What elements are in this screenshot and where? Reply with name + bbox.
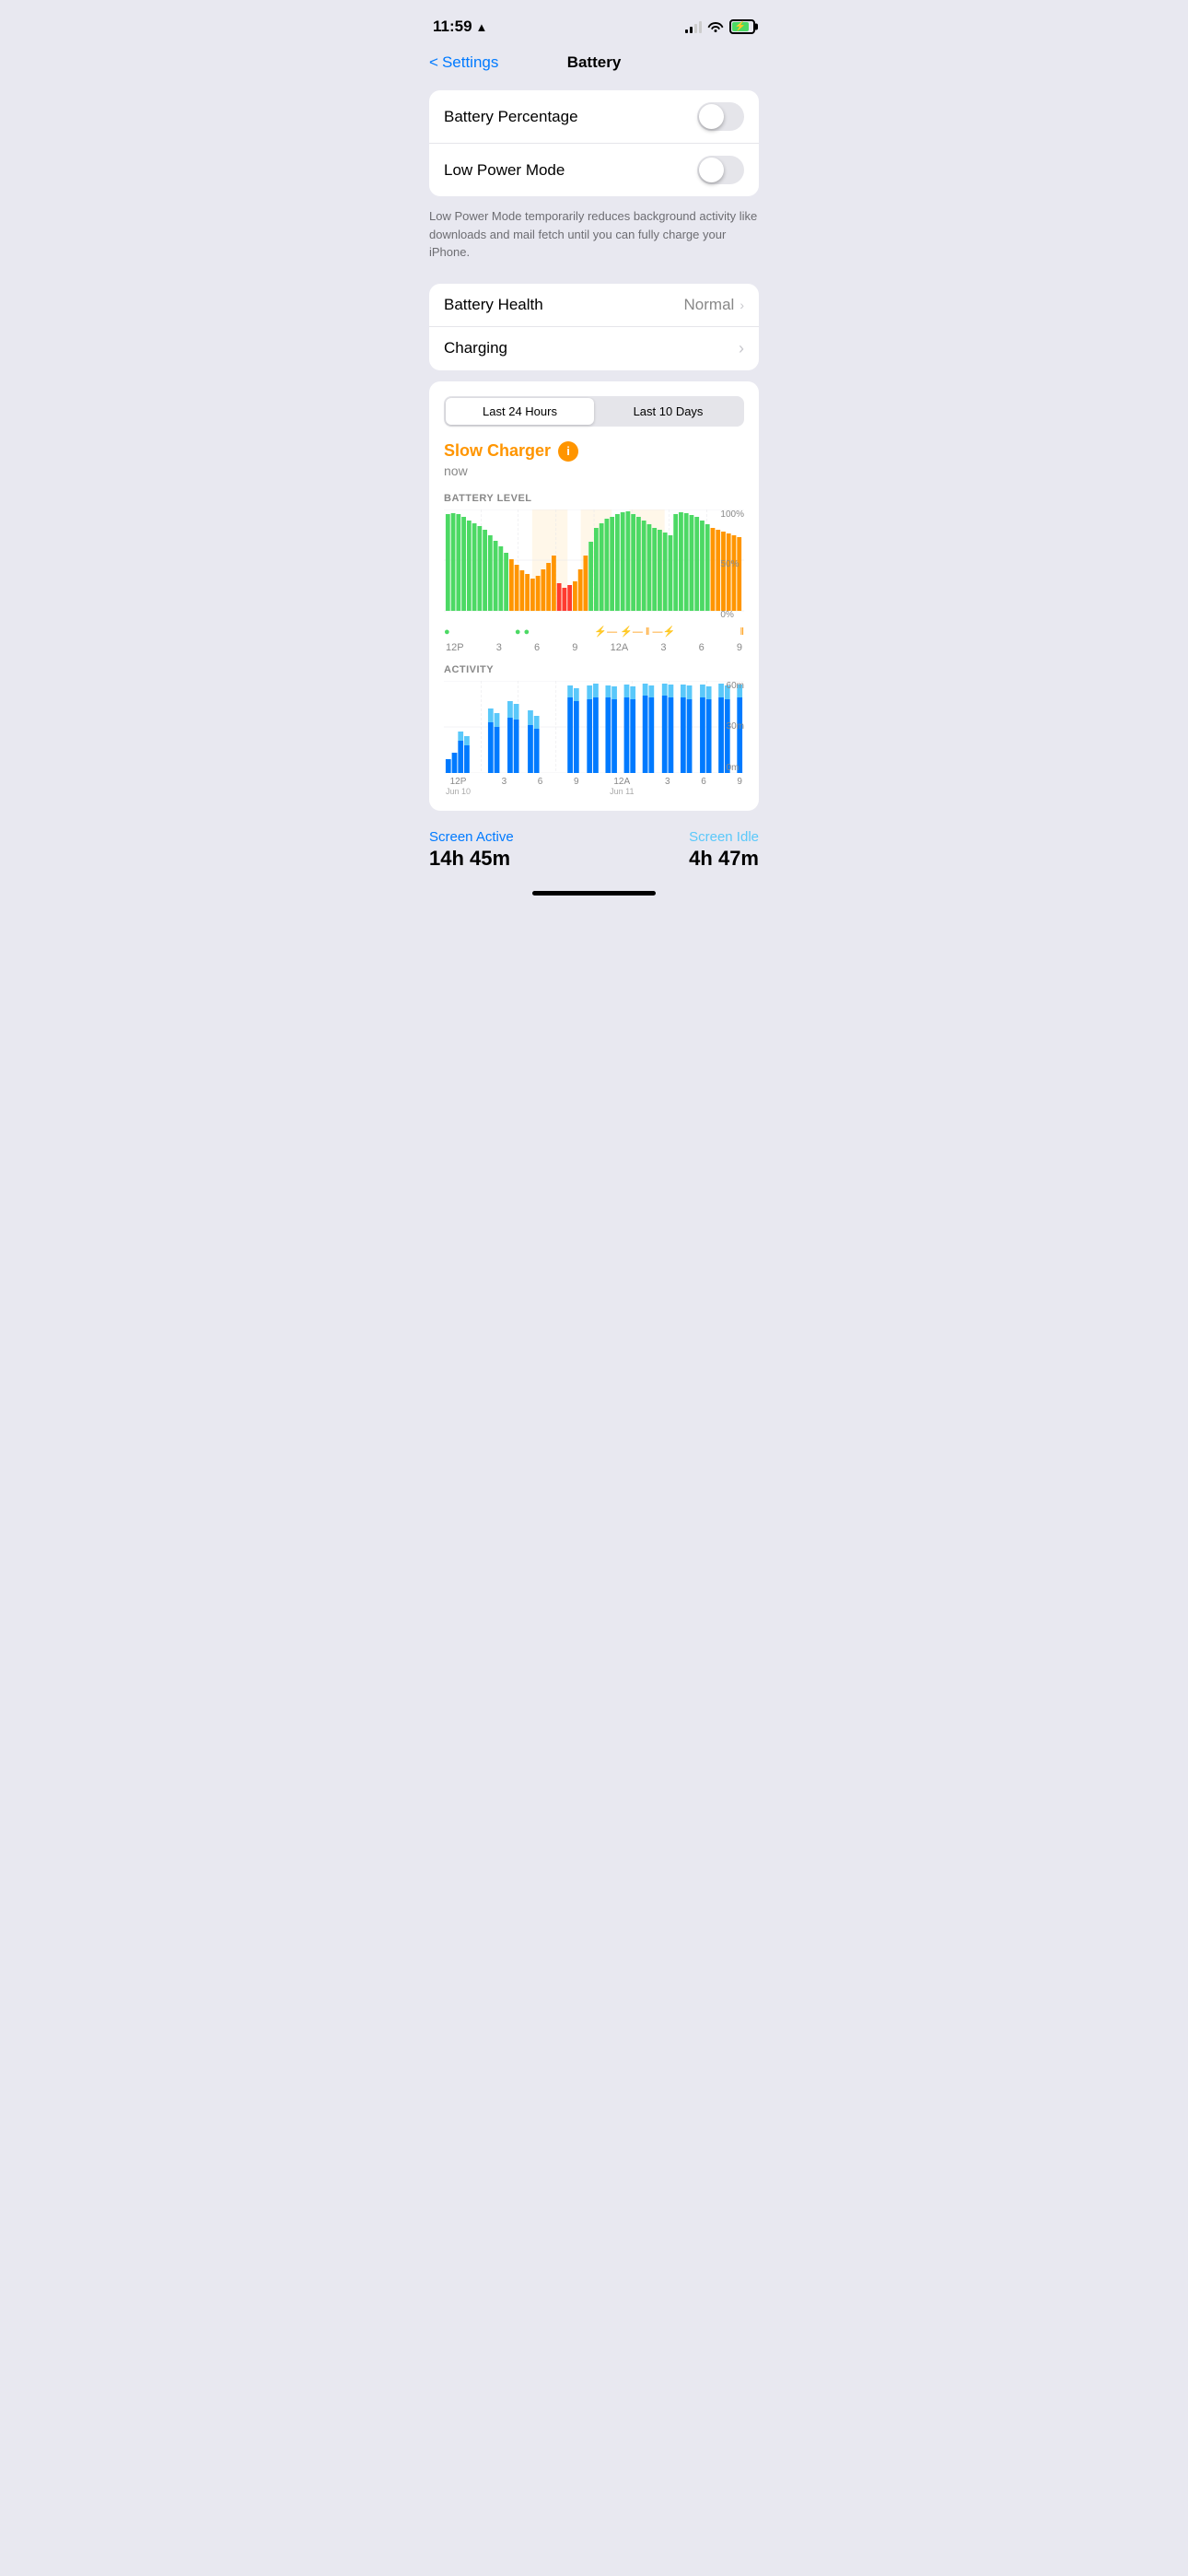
status-icons: ⚡ (685, 19, 755, 35)
x-label-group-4: 12A Jun 11 (610, 777, 634, 796)
activity-chart-container (444, 681, 744, 773)
status-bar: 11:59 ▲ ⚡ (414, 0, 774, 46)
battery-health-value: Normal › (684, 296, 744, 314)
slow-charger-row: Slow Charger i (444, 441, 744, 462)
segment-24h[interactable]: Last 24 Hours (446, 398, 594, 425)
screen-labels-row: Screen Active Screen Idle (414, 822, 774, 847)
x-label-group-7: 9 (737, 777, 742, 796)
battery-percentage-toggle[interactable] (697, 102, 744, 131)
battery-percentage-label: Battery Percentage (444, 108, 578, 126)
screen-idle-time: 4h 47m (689, 847, 759, 871)
battery-level-label: BATTERY LEVEL (444, 493, 744, 504)
battery-icon: ⚡ (729, 19, 755, 34)
battery-health-row[interactable]: Battery Health Normal › (429, 284, 759, 327)
screen-active-label: Screen Active (429, 829, 514, 845)
charging-indicators: ● ● ● ⚡— ⚡— ‖ —⚡ ‖ (444, 624, 744, 640)
activity-x-labels: 12P Jun 10 3 6 9 12A Jun 11 3 6 9 (444, 777, 744, 796)
x-label-6b: 6 (699, 642, 705, 653)
screen-times-row: 14h 45m 4h 47m (414, 847, 774, 885)
signal-bar-1 (685, 29, 688, 33)
home-indicator (532, 891, 656, 896)
x-label-group-3: 9 (574, 777, 579, 796)
wifi-icon (707, 19, 724, 35)
x-label-12a: 12A (611, 642, 629, 653)
x-label-9b: 9 (737, 642, 742, 653)
toggle-knob (699, 104, 724, 129)
battery-chart-card: Last 24 Hours Last 10 Days Slow Charger … (429, 381, 759, 811)
low-power-mode-toggle[interactable] (697, 156, 744, 184)
low-power-description: Low Power Mode temporarily reduces backg… (414, 200, 774, 276)
battery-bolt: ⚡ (735, 22, 746, 32)
charging-chevron: › (739, 339, 744, 358)
x-label-group-2: 6 (538, 777, 543, 796)
x-label-group-1: 3 (502, 777, 507, 796)
battery-chart-wrapper: 100% 50% 0% (444, 509, 744, 620)
battery-x-labels: 12P 3 6 9 12A 3 6 9 (444, 642, 744, 653)
back-label: Settings (442, 53, 498, 72)
back-button[interactable]: < Settings (429, 53, 498, 72)
battery-chart-container (444, 509, 744, 620)
x-label-group-6: 6 (701, 777, 706, 796)
battery-health-label: Battery Health (444, 296, 543, 314)
back-chevron-icon: < (429, 53, 438, 72)
dot-indicator-1: ● (444, 626, 450, 638)
battery-health-card: Battery Health Normal › Charging › (429, 284, 759, 370)
activity-chart-wrapper: 60m 30m 0m (444, 681, 744, 773)
battery-health-chevron: › (740, 298, 744, 312)
x-label-group-0: 12P Jun 10 (446, 777, 471, 796)
dot-indicator-2: ● ● (515, 626, 530, 638)
battery-fill: ⚡ (732, 22, 749, 31)
battery-settings-card: Battery Percentage Low Power Mode (429, 90, 759, 196)
charging-label: Charging (444, 339, 507, 357)
screen-active-time: 14h 45m (429, 847, 510, 871)
activity-label: ACTIVITY (444, 664, 744, 675)
time-segmented-control: Last 24 Hours Last 10 Days (444, 396, 744, 427)
signal-bar-4 (699, 21, 702, 33)
x-label-3b: 3 (660, 642, 666, 653)
low-power-mode-label: Low Power Mode (444, 161, 565, 180)
x-label-3a: 3 (496, 642, 502, 653)
toggle-knob-2 (699, 158, 724, 182)
page-title: Battery (567, 53, 622, 72)
signal-bars (685, 20, 702, 33)
plug-indicator-1: ⚡— ⚡— ‖ —⚡ (594, 626, 675, 638)
x-label-9a: 9 (572, 642, 577, 653)
battery-percentage-row: Battery Percentage (429, 90, 759, 144)
nav-bar: < Settings Battery (414, 46, 774, 83)
charger-time: now (444, 463, 744, 478)
charging-row[interactable]: Charging › (429, 327, 759, 370)
low-power-mode-row: Low Power Mode (429, 144, 759, 196)
location-icon: ▲ (476, 20, 488, 34)
slow-charger-label: Slow Charger (444, 441, 551, 461)
segment-10d[interactable]: Last 10 Days (594, 398, 742, 425)
x-label-12p: 12P (446, 642, 464, 653)
signal-bar-3 (694, 24, 697, 33)
x-label-group-5: 3 (665, 777, 670, 796)
plug-indicator-2: ‖ (740, 626, 744, 638)
slow-charger-info-icon[interactable]: i (558, 441, 578, 462)
signal-bar-2 (690, 27, 693, 33)
screen-idle-label: Screen Idle (689, 829, 759, 845)
status-time: 11:59 (433, 18, 472, 36)
x-label-6a: 6 (534, 642, 540, 653)
activity-svg (444, 681, 744, 773)
battery-level-svg (444, 509, 744, 620)
